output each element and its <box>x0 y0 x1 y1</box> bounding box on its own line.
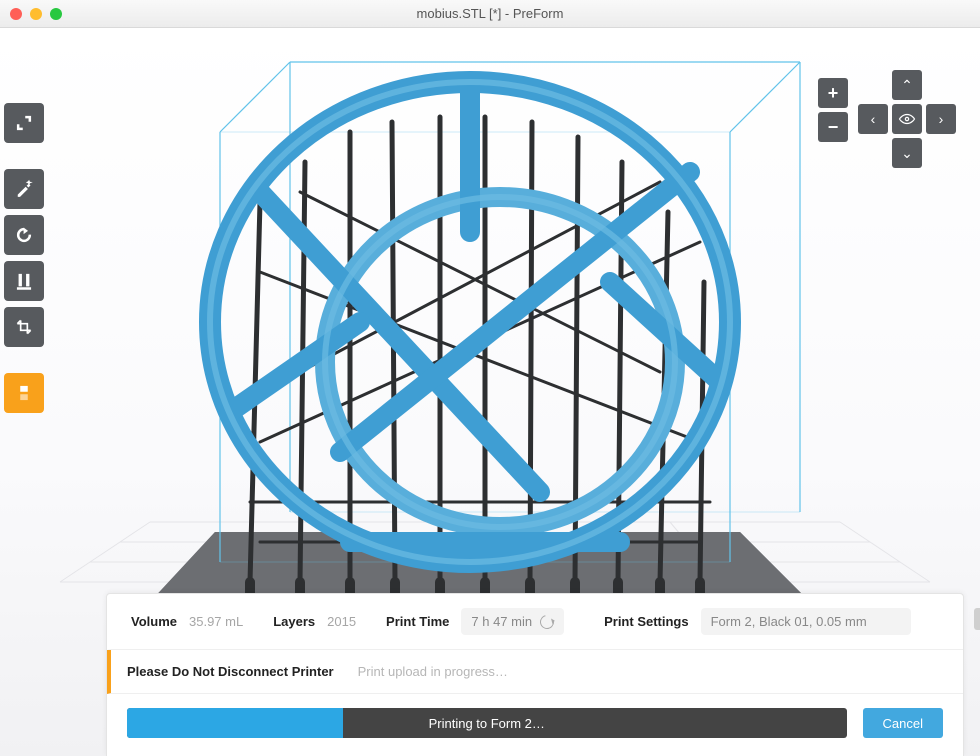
scale-tool[interactable] <box>4 103 44 143</box>
zoom-out-button[interactable]: − <box>818 112 848 142</box>
window-title: mobius.STL [*] - PreForm <box>0 6 980 21</box>
close-window-icon[interactable] <box>10 8 22 20</box>
sidebar-handle[interactable] <box>974 608 980 630</box>
workspace: + − ⌃ ⌄ ‹ › Volume 35.97 mL Layers 2015 … <box>0 28 980 756</box>
orientation-tool[interactable] <box>4 215 44 255</box>
layers-value: 2015 <box>327 614 356 629</box>
orbit-home-button[interactable] <box>892 104 922 134</box>
layers-label: Layers <box>273 614 315 629</box>
left-toolbar <box>0 103 44 413</box>
status-message-sub: Print upload in progress… <box>358 664 508 679</box>
one-click-tool[interactable] <box>4 169 44 209</box>
orbit-left-button[interactable]: ‹ <box>858 104 888 134</box>
printer-tool[interactable] <box>4 373 44 413</box>
window-controls <box>10 8 62 20</box>
upload-progress-bar: Printing to Form 2… <box>127 708 847 738</box>
progress-row: Printing to Form 2… Cancel <box>107 694 963 756</box>
zoom-controls: + − <box>818 78 848 146</box>
print-time-label: Print Time <box>386 614 449 629</box>
zoom-in-button[interactable]: + <box>818 78 848 108</box>
print-settings-label: Print Settings <box>604 614 689 629</box>
maximize-window-icon[interactable] <box>50 8 62 20</box>
upload-progress-label: Printing to Form 2… <box>429 716 545 731</box>
orbit-controls: ⌃ ⌄ ‹ › <box>852 64 962 174</box>
volume-value: 35.97 mL <box>189 614 243 629</box>
refresh-icon <box>538 612 557 631</box>
status-message-row: Please Do Not Disconnect Printer Print u… <box>107 650 963 694</box>
orbit-down-button[interactable]: ⌄ <box>892 138 922 168</box>
print-time-pill[interactable]: 7 h 47 min <box>461 608 564 635</box>
print-settings-value: Form 2, Black 01, 0.05 mm <box>711 614 867 629</box>
info-panel: Volume 35.97 mL Layers 2015 Print Time 7… <box>106 593 964 756</box>
layout-tool[interactable] <box>4 307 44 347</box>
orbit-up-button[interactable]: ⌃ <box>892 70 922 100</box>
volume-label: Volume <box>131 614 177 629</box>
eye-icon <box>898 110 916 128</box>
print-time-value: 7 h 47 min <box>471 614 532 629</box>
supports-tool[interactable] <box>4 261 44 301</box>
cancel-button[interactable]: Cancel <box>863 708 943 738</box>
print-settings-pill[interactable]: Form 2, Black 01, 0.05 mm <box>701 608 911 635</box>
print-stats-row: Volume 35.97 mL Layers 2015 Print Time 7… <box>107 594 963 650</box>
orbit-right-button[interactable]: › <box>926 104 956 134</box>
minimize-window-icon[interactable] <box>30 8 42 20</box>
titlebar: mobius.STL [*] - PreForm <box>0 0 980 28</box>
status-message-title: Please Do Not Disconnect Printer <box>127 664 334 679</box>
upload-progress-fill <box>127 708 343 738</box>
